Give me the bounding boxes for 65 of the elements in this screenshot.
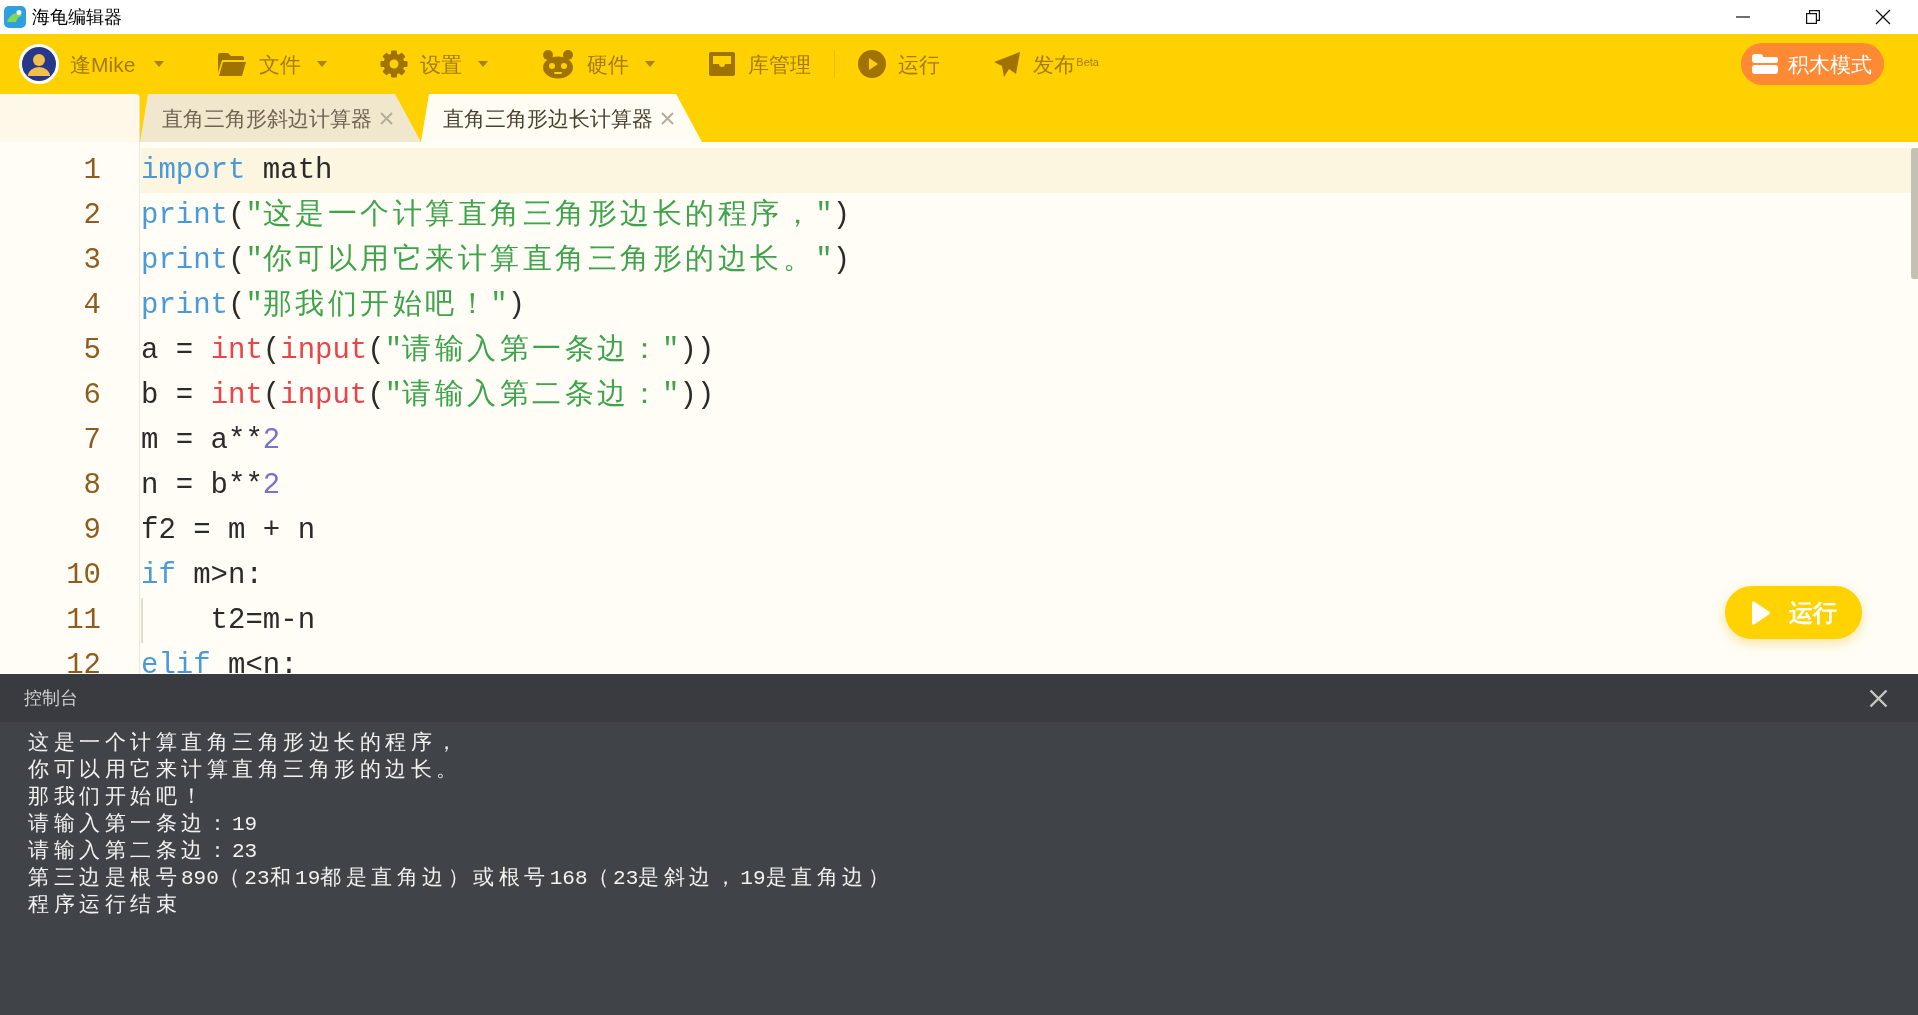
line-number: 2 [83, 198, 101, 234]
restore-icon [1806, 10, 1820, 24]
line-number: 8 [83, 468, 101, 504]
code-line: print("你可以用它来计算直角三角形的边长。") [141, 242, 851, 279]
code-line: n = b**2 [141, 468, 281, 504]
caret-down-icon [645, 61, 656, 67]
play-icon [1750, 599, 1771, 626]
minimize-icon [1736, 16, 1750, 18]
scrollbar-thumb[interactable] [1911, 148, 1918, 279]
console-close-button[interactable] [1869, 688, 1888, 708]
console-title: 控制台 [24, 689, 78, 707]
user-menu-button[interactable]: 逢Mike [19, 44, 165, 84]
app-logo-icon [4, 6, 26, 28]
line-number: 5 [83, 333, 101, 369]
close-icon [1869, 688, 1888, 708]
code-line: print("这是一个计算直角三角形边长的程序，") [141, 198, 851, 234]
line-number: 12 [66, 648, 101, 674]
blocks-icon [1752, 54, 1778, 74]
code-editor[interactable] [0, 142, 1918, 674]
code-line: a = int(input("请输入第一条边：")) [141, 333, 715, 369]
toolbar-button[interactable]: 文件 [217, 51, 328, 77]
close-icon[interactable] [661, 111, 674, 125]
code-line: t2=m-n [141, 598, 316, 643]
line-number: 7 [83, 423, 101, 459]
caret-down-icon [478, 61, 489, 67]
toolbar-button[interactable]: 硬件 [541, 49, 656, 79]
code-line: b = int(input("请输入第二条边：")) [141, 378, 715, 414]
console-line: 程序运行结束 [28, 892, 181, 919]
close-icon [1875, 9, 1891, 25]
line-number: 1 [83, 153, 101, 189]
play-icon [858, 50, 887, 78]
line-number: 6 [83, 378, 101, 414]
file-tab[interactable]: 直角三角形边长计算器 [421, 94, 702, 142]
caret-down-icon [154, 61, 165, 67]
code-line: if m>n: [141, 558, 263, 594]
toolbar-button[interactable]: 库管理 [708, 51, 812, 77]
folder-icon [217, 51, 248, 77]
paper-plane-icon [993, 50, 1022, 78]
run-button[interactable]: 运行 [1725, 586, 1862, 639]
gear-icon [380, 50, 409, 78]
line-number: 4 [83, 288, 101, 324]
console-line: 这是一个计算直角三角形边长的程序， [28, 730, 462, 757]
console-line: 你可以用它来计算直角三角形的边长。 [28, 757, 462, 784]
user-avatar [19, 44, 59, 84]
line-number: 10 [66, 558, 101, 594]
robot-head-icon [541, 49, 576, 79]
toolbar-button[interactable]: 设置 [380, 50, 489, 78]
code-line: m = a**2 [141, 423, 281, 459]
caret-down-icon [317, 61, 328, 67]
console-line: 请输入第一条边：19 [28, 811, 258, 838]
toolbar-button[interactable]: 发布$^{Beta}$ [993, 50, 1099, 78]
code-line: print("那我们开始吧！") [141, 288, 526, 324]
console-line: 那我们开始吧！ [28, 785, 207, 811]
line-number: 9 [83, 513, 101, 549]
window-title: 海龟编辑器 [32, 8, 122, 26]
tray-icon [708, 51, 737, 77]
file-tab[interactable]: 直角三角形斜边计算器 [140, 94, 421, 142]
code-line: f2 = m + n [141, 513, 316, 549]
console-line: 请输入第二条边：23 [28, 838, 258, 865]
line-number: 3 [83, 243, 101, 279]
line-number: 11 [66, 603, 101, 639]
toolbar-button[interactable]: 运行 [858, 50, 941, 78]
close-icon[interactable] [380, 111, 393, 125]
block-mode-button[interactable]: 积木模式 [1741, 43, 1884, 85]
code-line: elif m<n: [141, 648, 298, 674]
